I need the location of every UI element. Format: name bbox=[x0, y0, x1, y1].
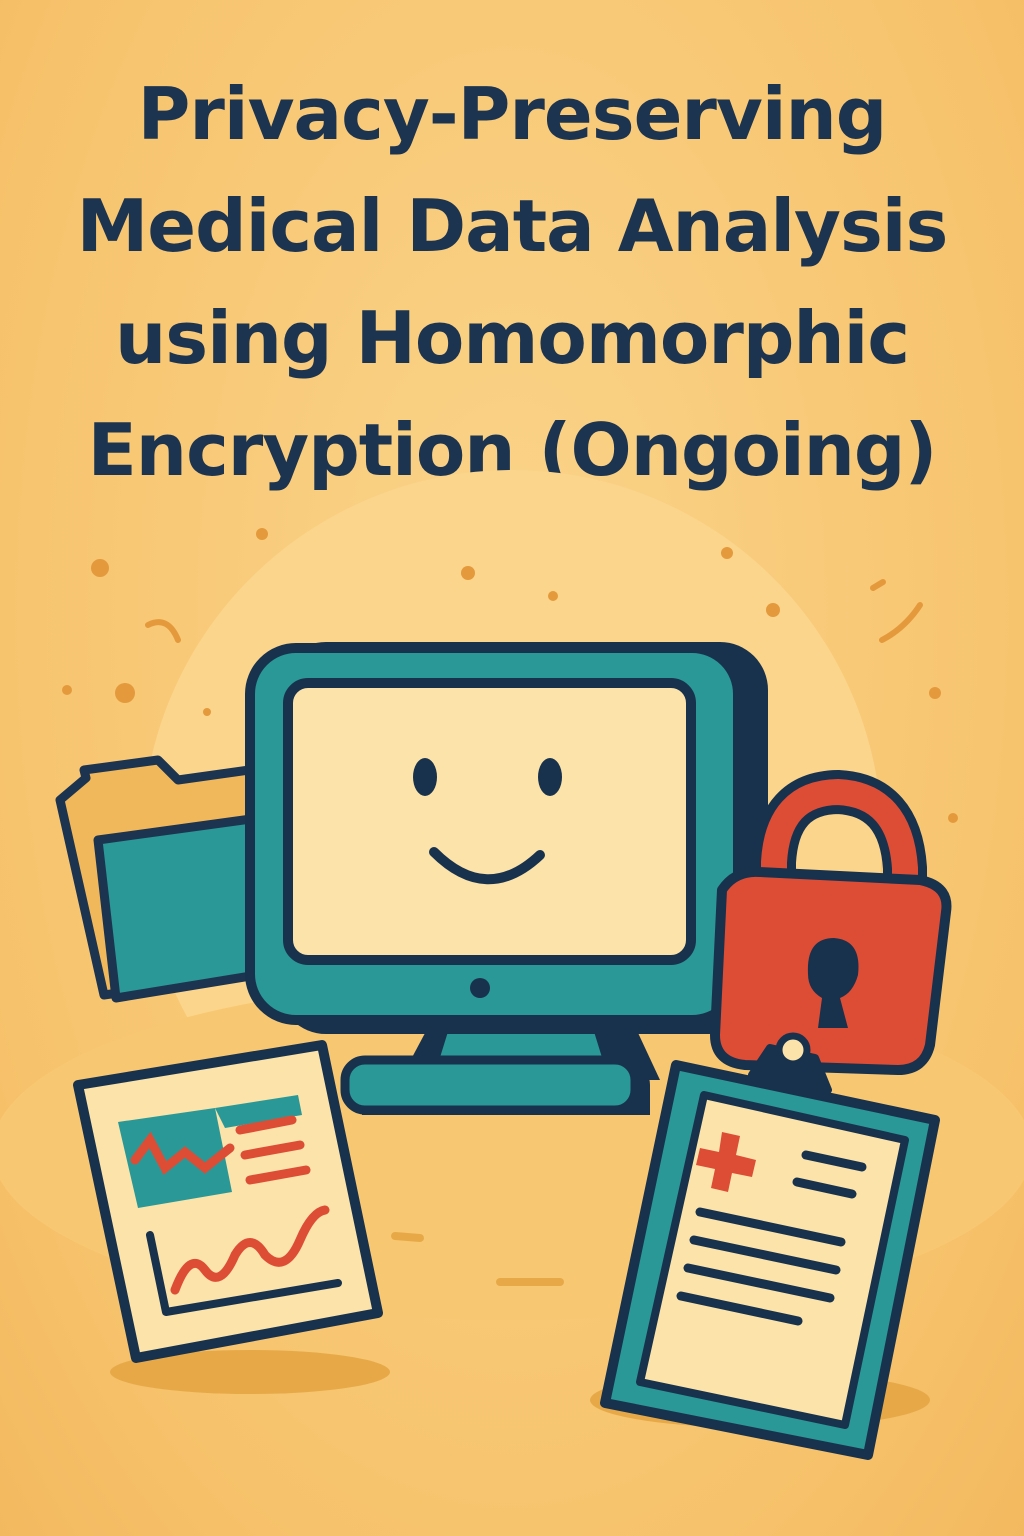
illustration bbox=[0, 470, 1024, 1460]
poster: Privacy-Preserving Medical Data Analysis… bbox=[0, 0, 1024, 1536]
